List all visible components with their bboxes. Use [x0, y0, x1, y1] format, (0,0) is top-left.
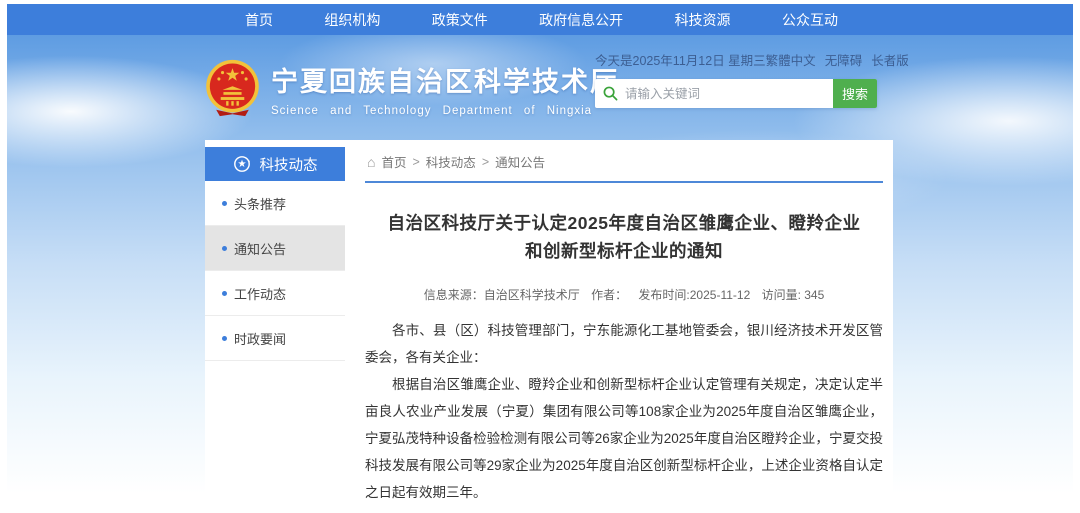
search-bar: 搜索	[595, 79, 877, 108]
breadcrumb-notices[interactable]: 通知公告	[495, 152, 545, 171]
search-button[interactable]: 搜索	[833, 79, 877, 108]
bullet-icon	[222, 246, 227, 251]
article-title-line2: 和创新型标杆企业的通知	[525, 241, 723, 261]
nav-item-policy-documents[interactable]: 政策文件	[432, 10, 488, 30]
article-title-line1: 自治区科技厅关于认定2025年度自治区雏鹰企业、瞪羚企业	[388, 213, 861, 233]
nav-item-tech-resources[interactable]: 科技资源	[675, 10, 731, 30]
sky-background: 宁夏回族自治区科学技术厅 Science and Technology Depa…	[7, 35, 1073, 513]
header-utility: 今天是2025年11月12日 星期三 繁體中文 无障碍 长者版 搜索	[595, 50, 877, 108]
breadcrumb-tech-dynamics[interactable]: 科技动态	[426, 152, 476, 171]
site-subtitle: Science and Technology Department of Nin…	[271, 105, 619, 117]
sidebar: 科技动态 头条推荐 通知公告 工作动态	[205, 147, 345, 361]
sidebar-menu: 头条推荐 通知公告 工作动态 时政要闻	[205, 181, 345, 361]
article-area: ⌂ 首页 > 科技动态 > 通知公告 自治区科技厅关于认定2025年度自治区雏鹰…	[365, 147, 883, 513]
bullet-icon	[222, 291, 227, 296]
breadcrumb-home[interactable]: 首页	[381, 152, 406, 171]
meta-publish-date: 发布时间:2025-11-12	[638, 288, 750, 302]
page: 首页 组织机构 政策文件 政府信息公开 科技资源 公众互动	[0, 0, 1080, 513]
article-body: 各市、县（区）科技管理部门，宁东能源化工基地管委会，银川经济技术开发区管委会，各…	[365, 317, 883, 506]
national-emblem-logo	[205, 59, 260, 117]
sidebar-section-tech-dynamics[interactable]: 科技动态	[205, 147, 345, 181]
sidebar-item-label: 工作动态	[234, 284, 286, 303]
top-nav: 首页 组织机构 政策文件 政府信息公开 科技资源 公众互动	[7, 4, 1073, 35]
bullet-icon	[222, 201, 227, 206]
home-icon: ⌂	[367, 155, 375, 169]
nav-item-government-info-disclosure[interactable]: 政府信息公开	[539, 10, 623, 30]
sidebar-item-notices[interactable]: 通知公告	[205, 226, 345, 271]
quick-links: 繁體中文 无障碍 长者版	[766, 50, 909, 69]
sidebar-item-headline-recommend[interactable]: 头条推荐	[205, 181, 345, 226]
link-accessibility[interactable]: 无障碍	[825, 50, 863, 69]
search-icon	[595, 79, 625, 108]
sidebar-item-label: 头条推荐	[234, 194, 286, 213]
meta-views: 访问量: 345	[762, 288, 825, 302]
link-traditional-chinese[interactable]: 繁體中文	[766, 50, 816, 69]
dynamics-icon	[233, 155, 251, 173]
brand-text: 宁夏回族自治区科学技术厅 Science and Technology Depa…	[271, 60, 619, 117]
nav-item-public-interaction[interactable]: 公众互动	[782, 10, 838, 30]
meta-author: 作者：	[591, 288, 627, 302]
breadcrumb-separator: >	[482, 155, 489, 169]
sidebar-item-label: 通知公告	[234, 239, 286, 258]
nav-item-organization[interactable]: 组织机构	[324, 10, 380, 30]
breadcrumb-separator: >	[412, 155, 419, 169]
sidebar-item-label: 时政要闻	[234, 329, 286, 348]
bullet-icon	[222, 336, 227, 341]
site-title: 宁夏回族自治区科学技术厅	[271, 60, 619, 99]
link-elder-version[interactable]: 长者版	[871, 50, 909, 69]
article-paragraph: 根据自治区雏鹰企业、瞪羚企业和创新型标杆企业认定管理有关规定，决定认定半亩良人农…	[365, 371, 883, 506]
nav-item-home[interactable]: 首页	[245, 10, 273, 30]
article-meta: 信息来源：自治区科学技术厅 作者： 发布时间:2025-11-12 访问量: 3…	[365, 286, 883, 303]
meta-source: 信息来源：自治区科学技术厅	[424, 288, 580, 302]
sidebar-item-work-dynamics[interactable]: 工作动态	[205, 271, 345, 316]
article-paragraph: 各市、县（区）科技管理部门，宁东能源化工基地管委会，银川经济技术开发区管委会，各…	[365, 317, 883, 371]
breadcrumb: ⌂ 首页 > 科技动态 > 通知公告	[365, 147, 883, 183]
search-input[interactable]	[625, 79, 833, 108]
content-panel: 科技动态 头条推荐 通知公告 工作动态	[205, 140, 893, 513]
current-date: 今天是2025年11月12日 星期三	[595, 50, 766, 69]
sidebar-item-current-politics[interactable]: 时政要闻	[205, 316, 345, 361]
article-title: 自治区科技厅关于认定2025年度自治区雏鹰企业、瞪羚企业 和创新型标杆企业的通知	[365, 209, 883, 265]
site-brand[interactable]: 宁夏回族自治区科学技术厅 Science and Technology Depa…	[205, 59, 619, 117]
sidebar-title: 科技动态	[260, 154, 318, 175]
